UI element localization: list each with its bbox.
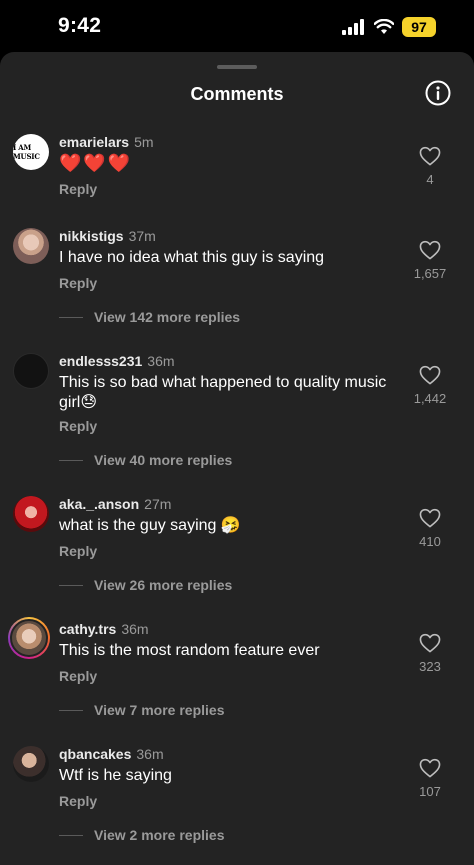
view-replies-divider: [59, 584, 83, 586]
like-count: 107: [419, 784, 441, 799]
like-count: 323: [419, 659, 441, 674]
cellular-signal-icon: [342, 19, 364, 35]
comment-text: This is the most random feature ever: [59, 642, 320, 659]
view-replies-button[interactable]: View 40 more replies: [59, 452, 232, 468]
comment-header: endlesss231 36m: [59, 353, 175, 369]
like-column: 107: [400, 758, 460, 799]
view-replies-button[interactable]: View 142 more replies: [59, 309, 240, 325]
status-time: 9:42: [58, 14, 102, 37]
like-column: 323: [400, 633, 460, 674]
reply-button[interactable]: Reply: [59, 418, 97, 434]
comments-sheet: Comments I AM MUSIC emarielars 5m ❤️❤️❤️ …: [0, 52, 474, 865]
heart-outline-icon[interactable]: [419, 633, 441, 653]
avatar[interactable]: I AM MUSIC: [13, 134, 49, 170]
comment-username[interactable]: nikkistigs: [59, 228, 124, 244]
like-count: 1,657: [413, 266, 447, 281]
comment-header: nikkistigs 37m: [59, 228, 156, 244]
comment-username[interactable]: cathy.trs: [59, 621, 116, 637]
comment-header: emarielars 5m: [59, 134, 154, 150]
view-replies-divider: [59, 834, 83, 836]
view-replies-divider: [59, 459, 83, 461]
view-replies-label: View 2 more replies: [94, 827, 225, 843]
comment-emoji-text: ❤️❤️❤️: [59, 153, 133, 173]
reply-button[interactable]: Reply: [59, 275, 97, 291]
reply-button[interactable]: Reply: [59, 668, 97, 684]
comment-username[interactable]: qbancakes: [59, 746, 131, 762]
view-replies-divider: [59, 316, 83, 318]
comment-time: 36m: [136, 746, 164, 762]
heart-outline-icon[interactable]: [419, 508, 441, 528]
avatar[interactable]: [13, 746, 49, 782]
info-icon[interactable]: [425, 80, 451, 106]
comment-text: This is so bad what happened to quality …: [59, 374, 387, 411]
status-bar: 9:42 97: [0, 0, 474, 52]
view-replies-button[interactable]: View 7 more replies: [59, 702, 224, 718]
like-count: 4: [426, 172, 434, 187]
reply-button[interactable]: Reply: [59, 543, 97, 559]
heart-outline-icon[interactable]: [419, 758, 441, 778]
comment-text: ❤️❤️❤️: [59, 153, 399, 175]
like-column: 4: [400, 146, 460, 187]
view-replies-button[interactable]: View 2 more replies: [59, 827, 224, 843]
comment-time: 37m: [128, 228, 156, 244]
like-column: 1,442: [400, 365, 460, 406]
view-replies-label: View 26 more replies: [94, 577, 233, 593]
comment-username[interactable]: endlesss231: [59, 353, 142, 369]
avatar-logo-text: I AM MUSIC: [13, 143, 40, 161]
like-column: 1,657: [400, 240, 460, 281]
heart-outline-icon[interactable]: [419, 240, 441, 260]
like-count: 1,442: [413, 391, 447, 406]
comment-username[interactable]: aka._.anson: [59, 496, 139, 512]
battery-indicator: 97: [402, 17, 436, 37]
comment-time: 5m: [134, 134, 154, 150]
view-replies-label: View 142 more replies: [94, 309, 241, 325]
comment-time: 36m: [147, 353, 175, 369]
comment-header: aka._.anson 27m: [59, 496, 171, 512]
avatar[interactable]: [13, 496, 49, 532]
avatar[interactable]: [8, 617, 50, 659]
comment-time: 27m: [144, 496, 172, 512]
view-replies-label: View 40 more replies: [94, 452, 233, 468]
like-count: 410: [419, 534, 441, 549]
view-replies-label: View 7 more replies: [94, 702, 225, 718]
avatar[interactable]: [13, 228, 49, 264]
comment-header: cathy.trs 36m: [59, 621, 149, 637]
comment-text: I have no idea what this guy is saying: [59, 249, 325, 266]
avatar-photo: [10, 619, 48, 657]
sheet-grabber[interactable]: [217, 65, 257, 69]
avatar[interactable]: [13, 353, 49, 389]
heart-outline-icon[interactable]: [419, 365, 441, 385]
comment-header: qbancakes 36m: [59, 746, 164, 762]
reply-button[interactable]: Reply: [59, 793, 97, 809]
sheet-title: Comments: [190, 84, 284, 104]
wifi-icon: [374, 19, 394, 34]
comment-text: what is the guy saying 🤧: [59, 517, 241, 534]
reply-button[interactable]: Reply: [59, 181, 97, 197]
comment-username[interactable]: emarielars: [59, 134, 129, 150]
comment-time: 36m: [121, 621, 149, 637]
heart-outline-icon[interactable]: [419, 146, 441, 166]
comment-text: Wtf is he saying: [59, 767, 172, 784]
view-replies-divider: [59, 709, 83, 711]
like-column: 410: [400, 508, 460, 549]
view-replies-button[interactable]: View 26 more replies: [59, 577, 232, 593]
